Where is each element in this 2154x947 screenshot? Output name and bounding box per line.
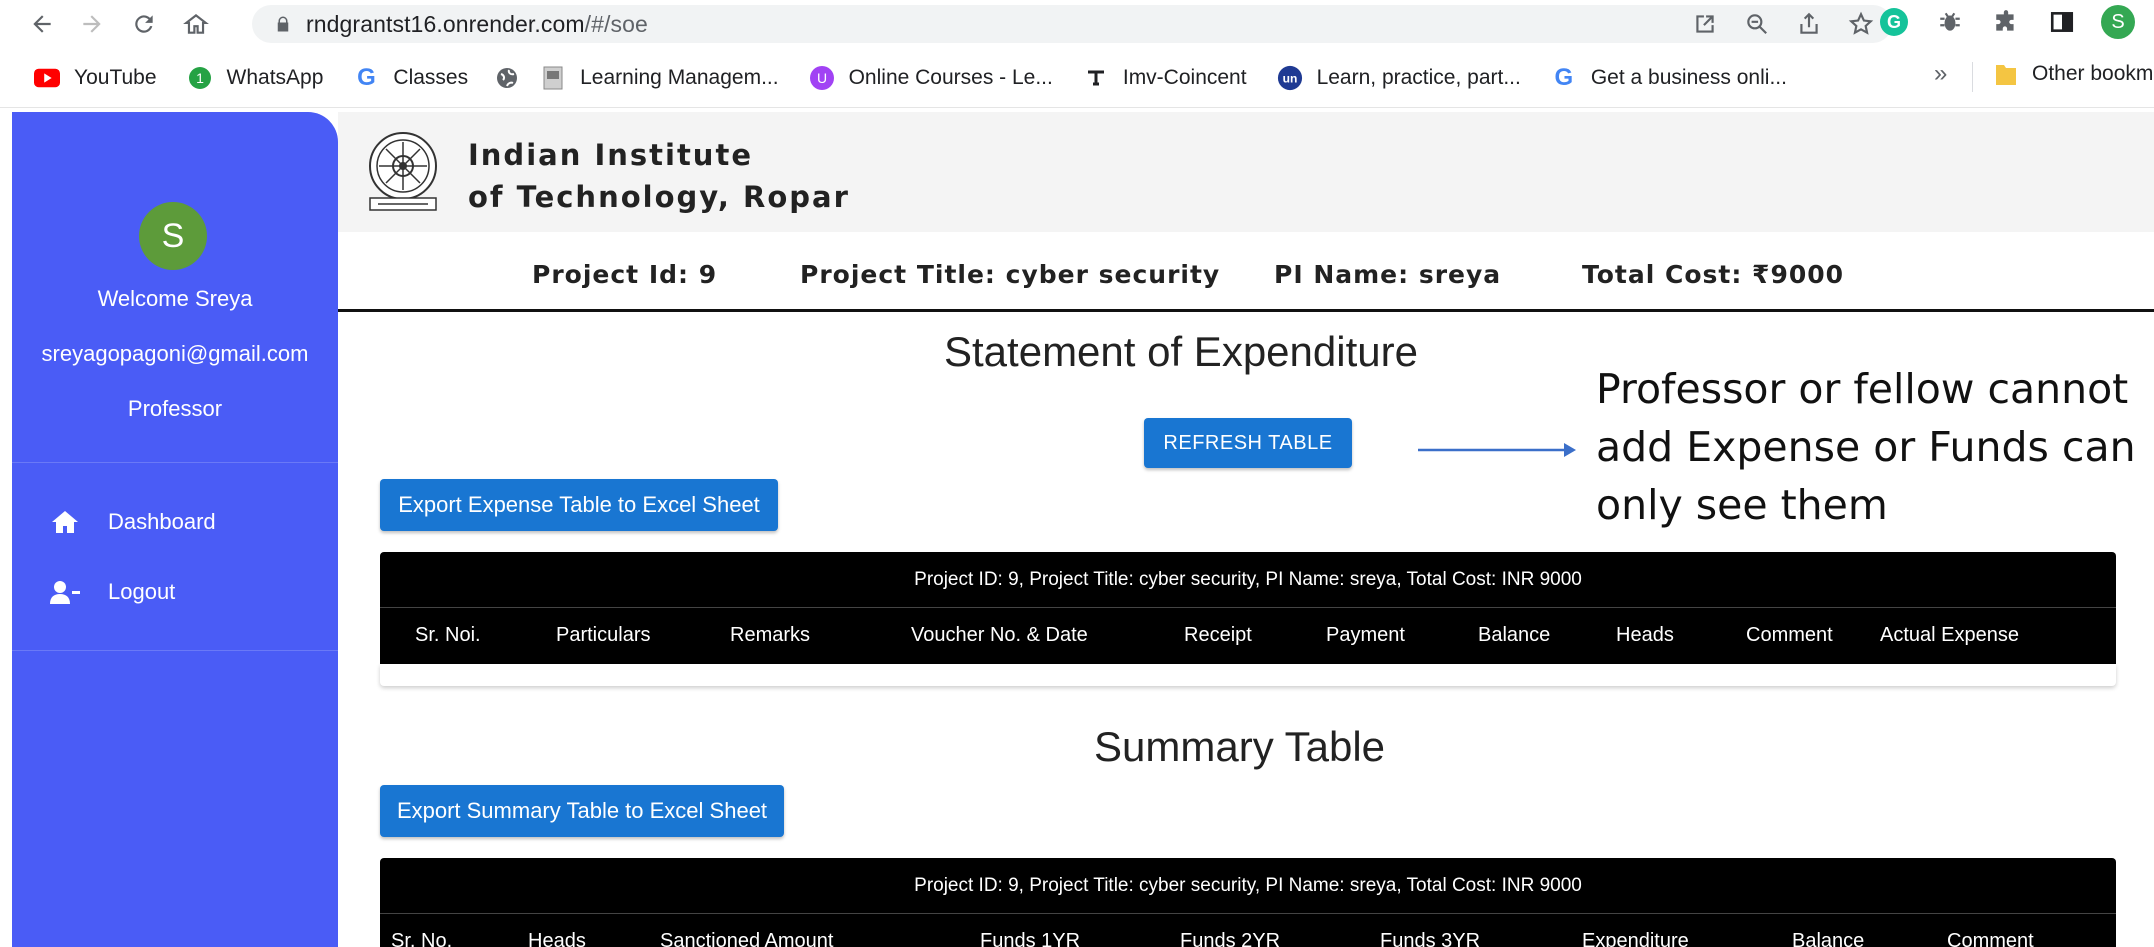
column-header[interactable]: Balance	[1478, 624, 1550, 647]
svg-text:1: 1	[196, 70, 204, 86]
extensions-puzzle-icon[interactable]	[1988, 4, 2024, 40]
table-caption: Project ID: 9, Project Title: cyber secu…	[380, 552, 2116, 608]
export-summary-button[interactable]: Export Summary Table to Excel Sheet	[380, 785, 784, 837]
other-bookmarks-folder[interactable]: Other bookm	[1994, 61, 2153, 87]
bookmarks-divider	[1972, 62, 1973, 92]
sidebar: S Welcome Sreya sreyagopagoni@gmail.com …	[12, 112, 338, 947]
bug-extension-icon[interactable]	[1932, 4, 1968, 40]
user-email: sreyagopagoni@gmail.com	[41, 341, 309, 366]
install-app-icon[interactable]	[1690, 9, 1720, 39]
institute-name: Indian Institute of Technology, Ropar	[468, 138, 850, 214]
folder-icon	[1994, 61, 2018, 87]
project-title: Project Title: cyber security	[800, 260, 1221, 289]
welcome-text: Welcome Sreya	[97, 286, 253, 311]
total-cost: Total Cost: ₹9000	[1582, 260, 1845, 289]
lock-icon	[277, 16, 289, 32]
column-header[interactable]: Actual Expense	[1880, 624, 2019, 647]
column-header[interactable]: Sr. Noi.	[415, 624, 481, 647]
bookmark-online-courses[interactable]: U Online Courses - Le...	[809, 61, 1053, 95]
column-header[interactable]: Funds 2YR	[1180, 930, 1280, 947]
column-header[interactable]: Balance	[1792, 930, 1864, 947]
globe-icon	[494, 65, 520, 91]
column-header[interactable]: Funds 1YR	[980, 930, 1080, 947]
column-header[interactable]: Voucher No. & Date	[911, 624, 1088, 647]
online-courses-icon: U	[809, 65, 835, 91]
sidebar-item-logout[interactable]: Logout	[50, 577, 175, 607]
summary-title: Summary Table	[1094, 723, 1386, 770]
imv-icon	[1083, 65, 1109, 91]
export-expense-button[interactable]: Export Expense Table to Excel Sheet	[380, 479, 778, 531]
profile-avatar[interactable]: S	[2100, 4, 2136, 40]
avatar: S	[139, 202, 207, 270]
column-header[interactable]: Funds 3YR	[1380, 930, 1480, 947]
bookmark-youtube[interactable]: YouTube	[34, 61, 157, 95]
google-icon: G	[1554, 63, 1574, 91]
forward-icon[interactable]	[72, 4, 112, 44]
bookmark-whatsapp[interactable]: 1 WhatsApp	[187, 61, 323, 95]
sidebar-divider	[12, 462, 338, 463]
home-icon	[50, 507, 80, 537]
grammarly-icon[interactable]: G	[1876, 4, 1912, 40]
table-caption: Project ID: 9, Project Title: cyber secu…	[380, 858, 2116, 914]
soe-title: Statement of Expenditure	[944, 328, 1418, 375]
side-panel-icon[interactable]	[2044, 4, 2080, 40]
youtube-icon	[34, 65, 60, 91]
back-icon[interactable]	[22, 4, 62, 44]
iit-ropar-logo-icon	[369, 132, 437, 211]
lms-icon	[540, 65, 566, 91]
un-icon: un	[1277, 65, 1303, 91]
project-id: Project Id: 9	[532, 260, 718, 289]
column-header[interactable]: Comment	[1947, 930, 2034, 947]
column-header[interactable]: Sr. No.	[391, 930, 452, 947]
sidebar-item-dashboard[interactable]: Dashboard	[50, 507, 216, 537]
column-header[interactable]: Sanctioned Amount	[660, 930, 833, 947]
column-header[interactable]: Payment	[1326, 624, 1405, 647]
column-header[interactable]: Remarks	[730, 624, 810, 647]
sidebar-divider	[12, 650, 338, 651]
bookmarks-bar: YouTube 1 WhatsApp G Classes Learning Ma…	[0, 48, 2154, 108]
url-text: rndgrantst16.onrender.com/#/soe	[306, 10, 648, 37]
project-info-bar: Project Id: 9 Project Title: cyber secur…	[338, 232, 2154, 312]
address-bar[interactable]: rndgrantst16.onrender.com/#/soe	[252, 5, 1892, 43]
arrow-right-icon	[1418, 443, 1576, 457]
column-header[interactable]: Receipt	[1184, 624, 1252, 647]
bookmark-globe[interactable]	[494, 61, 520, 95]
column-header[interactable]: Comment	[1746, 624, 1833, 647]
browser-toolbar: rndgrantst16.onrender.com/#/soe G S	[0, 0, 2154, 48]
table-header-row: Sr. Noi. Particulars Remarks Voucher No.…	[380, 608, 2116, 664]
reload-icon[interactable]	[124, 4, 164, 44]
google-icon: G	[357, 63, 376, 91]
bookmark-learn-practice[interactable]: un Learn, practice, part...	[1277, 61, 1521, 95]
table-header-row: Sr. No. Heads Sanctioned Amount Funds 1Y…	[380, 914, 2116, 947]
zoom-icon[interactable]	[1742, 9, 1772, 39]
summary-table: Project ID: 9, Project Title: cyber secu…	[380, 858, 2116, 947]
annotation-note: Professor or fellow cannot add Expense o…	[1596, 365, 2136, 529]
bookmark-learning-management[interactable]: Learning Managem...	[540, 61, 779, 95]
user-minus-icon	[50, 577, 80, 607]
institute-header: Indian Institute of Technology, Ropar	[338, 112, 2154, 232]
expense-table-body	[380, 664, 2116, 686]
home-icon[interactable]	[176, 4, 216, 44]
user-role: Professor	[127, 396, 223, 421]
svg-text:un: un	[1282, 71, 1297, 85]
bookmark-star-icon[interactable]	[1846, 9, 1876, 39]
refresh-table-button[interactable]: REFRESH TABLE	[1144, 418, 1352, 468]
column-header[interactable]: Expenditure	[1582, 930, 1689, 947]
bookmark-business-online[interactable]: G Get a business onli...	[1551, 61, 1787, 95]
column-header[interactable]: Heads	[528, 930, 586, 947]
column-header[interactable]: Particulars	[556, 624, 650, 647]
svg-text:U: U	[817, 70, 827, 86]
bookmark-imv-coincent[interactable]: Imv-Coincent	[1083, 61, 1247, 95]
share-icon[interactable]	[1794, 9, 1824, 39]
pi-name: PI Name: sreya	[1274, 260, 1502, 289]
whatsapp-icon: 1	[187, 65, 213, 91]
bookmark-classes[interactable]: G Classes	[353, 61, 468, 95]
column-header[interactable]: Heads	[1616, 624, 1674, 647]
bookmarks-overflow-button[interactable]: »	[1934, 60, 1947, 88]
expense-table: Project ID: 9, Project Title: cyber secu…	[380, 552, 2116, 664]
